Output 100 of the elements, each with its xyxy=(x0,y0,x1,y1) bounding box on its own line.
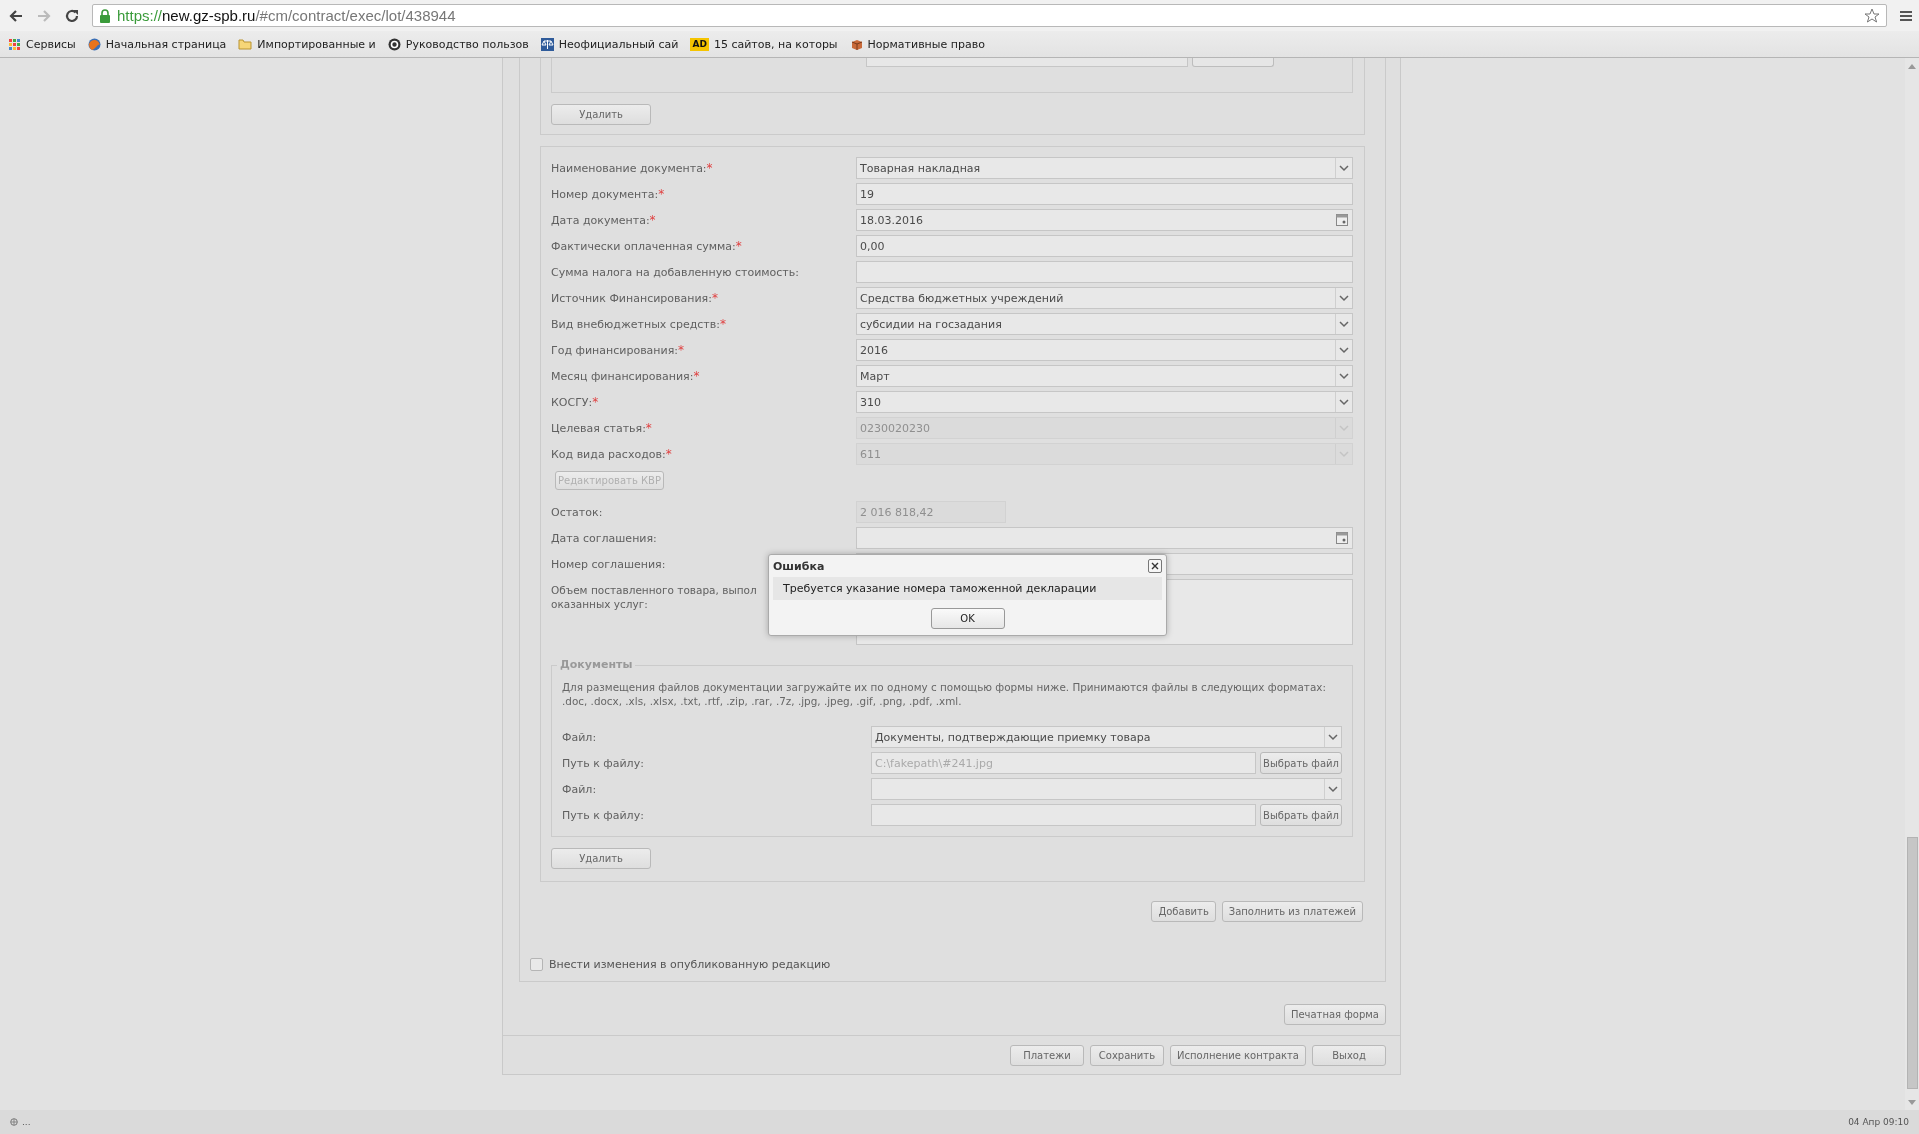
button[interactable]: Удалить xyxy=(551,848,651,869)
required-mark: * xyxy=(658,187,665,200)
text-field[interactable]: 19 xyxy=(856,183,1353,205)
star-icon[interactable] xyxy=(1864,7,1880,24)
required-mark: * xyxy=(665,447,672,460)
field-label: Объем поставленного товара, выпол оказанных услуг: xyxy=(551,583,757,611)
forward-icon[interactable] xyxy=(36,7,52,24)
ring-icon xyxy=(387,37,401,51)
dropdown-field[interactable]: 2016 xyxy=(856,339,1353,361)
bookmark[interactable]: Нормативные право xyxy=(849,37,985,51)
dropdown-field[interactable] xyxy=(871,778,1342,800)
button[interactable]: Выход xyxy=(1312,1045,1386,1066)
button[interactable]: Печатная форма xyxy=(1283,1004,1386,1025)
chevron-down-icon xyxy=(1335,340,1352,360)
field-label: Фактически оплаченная сумма: xyxy=(551,239,736,253)
chevron-down-icon xyxy=(1335,314,1352,334)
error-message: Требуется указание номера таможенной декларации xyxy=(773,577,1162,600)
close-button[interactable] xyxy=(1148,559,1162,573)
text-field[interactable] xyxy=(856,261,1353,283)
bookmark[interactable]: Неофициальный сай xyxy=(540,37,679,51)
field-label: Вид внебюджетных средств: xyxy=(551,317,720,331)
button[interactable]: Удалить xyxy=(551,104,651,125)
dropdown-field[interactable]: Документы, подтверждающие приемку товара xyxy=(871,726,1342,748)
required-mark: * xyxy=(693,369,700,382)
bookmark[interactable]: Импортированные и xyxy=(238,37,376,51)
button[interactable] xyxy=(1192,58,1274,67)
chevron-down-icon xyxy=(1335,392,1352,412)
address-bar[interactable]: https://new.gz-spb.ru/#cm/contract/exec/lot/438944 xyxy=(92,4,1887,27)
dropdown-field[interactable]: 310 xyxy=(856,391,1353,413)
button[interactable]: Заполнить из платежей xyxy=(1221,901,1363,922)
field-label: Сумма налога на добавленную стоимость: xyxy=(551,265,799,279)
text-field[interactable] xyxy=(866,58,1188,67)
field-label: Номер документа: xyxy=(551,187,659,201)
scroll-down-icon xyxy=(1908,1100,1916,1106)
back-icon[interactable] xyxy=(8,7,24,24)
chevron-down-icon xyxy=(1324,779,1341,799)
field-label: Номер соглашения: xyxy=(551,557,666,571)
apps-grid-icon xyxy=(8,37,21,51)
field-label: КОСГУ: xyxy=(551,395,593,409)
required-mark: * xyxy=(719,317,726,330)
chevron-down-icon xyxy=(1324,727,1341,747)
dropdown-field[interactable]: субсидии на госзадания xyxy=(856,313,1353,335)
checkbox[interactable] xyxy=(530,958,543,971)
scroll-up-icon xyxy=(1908,63,1916,69)
scales-icon xyxy=(540,37,554,51)
field-label: Месяц финансирования: xyxy=(551,369,694,383)
chevron-down-icon xyxy=(1335,288,1352,308)
reload-icon[interactable] xyxy=(64,7,80,24)
field-label: Остаток: xyxy=(551,505,603,519)
required-mark: * xyxy=(645,421,652,434)
date-field[interactable] xyxy=(856,527,1353,549)
required-mark: * xyxy=(706,161,713,174)
field-label: Путь к файлу: xyxy=(562,756,645,770)
text-field[interactable]: 0,00 xyxy=(856,235,1353,257)
button[interactable]: Исполнение контракта xyxy=(1169,1045,1306,1066)
button[interactable]: Сохранить xyxy=(1089,1045,1164,1066)
chevron-down-icon xyxy=(1335,158,1352,178)
bookmark[interactable]: Начальная страница xyxy=(87,37,227,51)
button[interactable]: Платежи xyxy=(1009,1045,1084,1066)
scrollbar-thumb[interactable] xyxy=(1906,837,1918,1089)
bookmark[interactable]: Руководство пользов xyxy=(387,37,529,51)
clock-text: 04 Апр 09:10 xyxy=(1848,1117,1909,1127)
dialog-title: Ошибка xyxy=(773,559,825,573)
required-mark: * xyxy=(711,291,718,304)
scrollbar[interactable] xyxy=(1905,58,1919,1110)
calendar-icon xyxy=(1336,532,1348,544)
required-mark: * xyxy=(678,343,684,356)
checkbox-label: Внести изменения в опубликованную редакцию xyxy=(549,958,831,971)
bookmark[interactable]: AD 15 сайтов, на которы xyxy=(690,37,838,51)
button[interactable]: Добавить xyxy=(1151,901,1216,922)
ad-logo-icon: AD xyxy=(690,37,709,51)
field-label: Источник Финансирования: xyxy=(551,291,712,305)
field-label: Наименование документа: xyxy=(551,161,707,175)
dropdown-field[interactable]: Средства бюджетных учреждений xyxy=(856,287,1353,309)
field-label: Файл: xyxy=(562,730,598,744)
field-label: Путь к файлу: xyxy=(562,808,645,822)
required-mark: * xyxy=(592,395,599,408)
chevron-down-icon xyxy=(1335,366,1352,386)
group-legend: Документы xyxy=(557,658,636,671)
date-field[interactable]: 18.03.2016 xyxy=(856,209,1353,231)
menu-icon[interactable] xyxy=(1899,8,1913,23)
folder-icon xyxy=(238,38,253,50)
dropdown-field[interactable]: Март xyxy=(856,365,1353,387)
field-label: Файл: xyxy=(562,782,598,796)
bookmark[interactable]: Сервисы xyxy=(8,37,76,51)
chevron-down-icon xyxy=(1335,444,1352,464)
field-label: Целевая статья: xyxy=(551,421,646,435)
button[interactable]: Выбрать файл xyxy=(1260,752,1342,774)
box-icon xyxy=(849,37,863,51)
status-text: ... xyxy=(22,1117,31,1127)
dropdown-field[interactable]: Товарная накладная xyxy=(856,157,1353,179)
field-label: Код вида расходов: xyxy=(551,447,666,461)
lock-icon xyxy=(99,8,111,23)
button[interactable]: Выбрать файл xyxy=(1260,804,1342,826)
file-path-field[interactable] xyxy=(871,804,1256,826)
required-mark: * xyxy=(649,213,656,226)
globe-icon xyxy=(10,1118,18,1126)
field-label: Год финансирования: xyxy=(551,343,678,357)
ok-button[interactable]: OK xyxy=(930,608,1005,629)
chevron-down-icon xyxy=(1335,418,1352,438)
